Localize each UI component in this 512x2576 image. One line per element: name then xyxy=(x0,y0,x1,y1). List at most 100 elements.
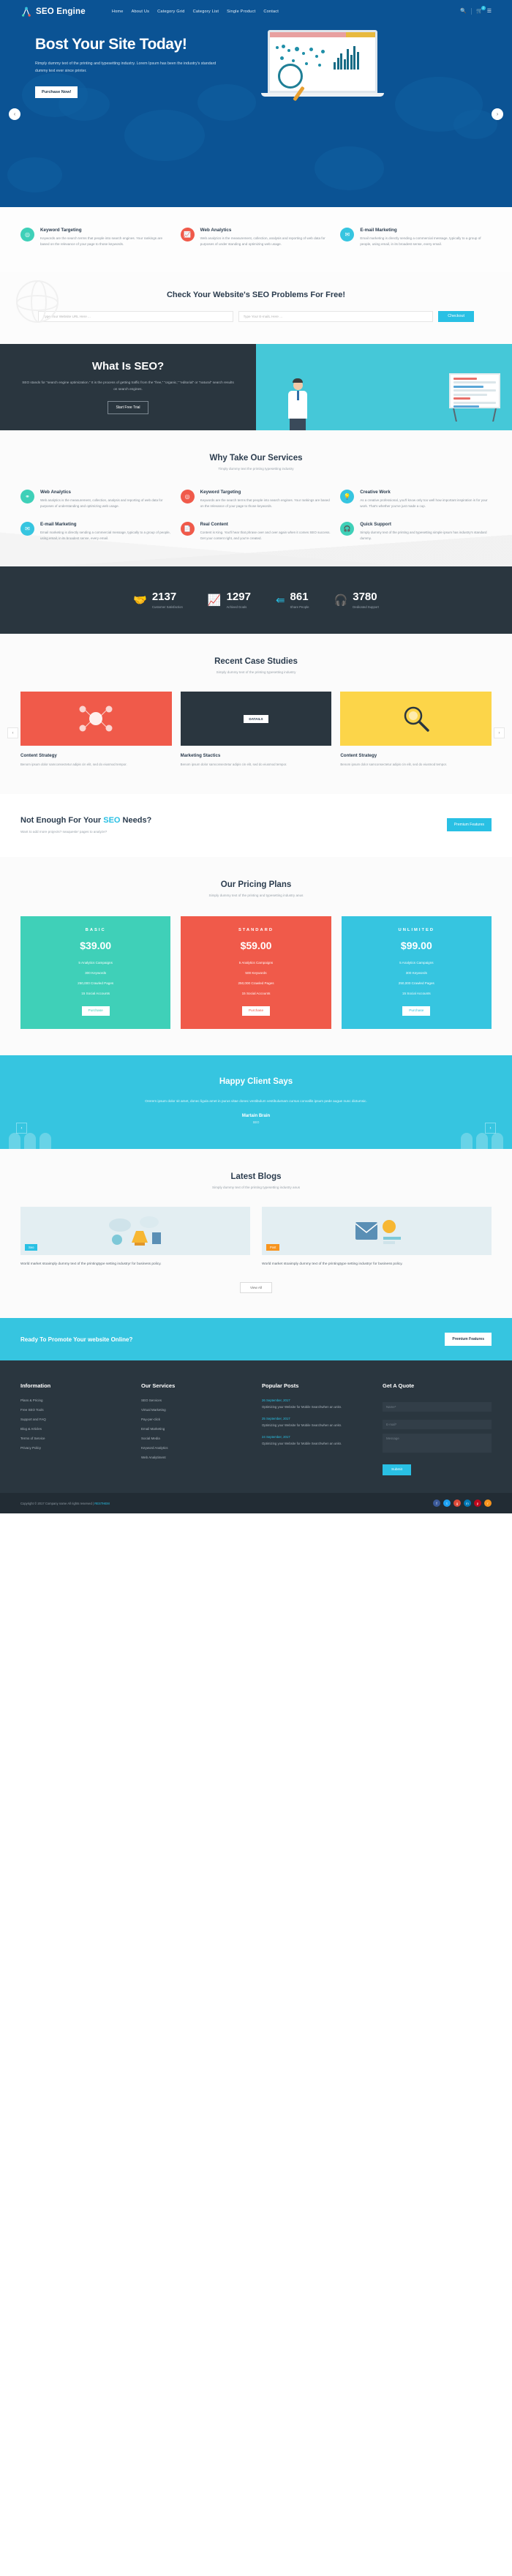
case-study-text: Benom ipsum dolor samconsectetur adipis … xyxy=(340,763,448,767)
brand-logo[interactable]: SEO Engine xyxy=(20,6,86,18)
hero-prev-arrow[interactable]: ‹ xyxy=(9,108,20,120)
feature-text: Email marketing is directly sending a co… xyxy=(360,236,481,247)
footer-heading: Information xyxy=(20,1382,51,1390)
cases-next-arrow[interactable]: › xyxy=(494,727,505,739)
hero-next-arrow[interactable]: › xyxy=(492,108,503,120)
footer-link[interactable]: SEO Services xyxy=(141,1399,250,1402)
view-all-button[interactable]: View All xyxy=(240,1282,272,1294)
blog-card[interactable]: Seo World market stoaimply dummy text of… xyxy=(20,1206,250,1268)
headset-icon: 🎧 xyxy=(340,521,355,536)
footer-link[interactable]: Email Marketing xyxy=(141,1427,250,1431)
blog-image: Post xyxy=(262,1206,492,1255)
upsell-title: Not Enough For Your SEO Needs? xyxy=(20,816,151,825)
google-plus-icon[interactable]: g xyxy=(453,1499,461,1508)
hero-purchase-button[interactable]: Purchase Now! xyxy=(35,86,78,99)
blog-tag[interactable]: Post xyxy=(266,1243,280,1251)
footer-column-services: Our Services SEO Services Virtual Market… xyxy=(141,1382,250,1475)
case-study-title: Content Strategy xyxy=(20,753,57,759)
post-text: Optimizing your Website for Mobile Searc… xyxy=(262,1405,342,1409)
testimonial-role: SEO xyxy=(252,1120,260,1124)
nav-item-home[interactable]: Home xyxy=(112,10,124,14)
linkedin-icon[interactable]: in xyxy=(464,1499,471,1508)
footer-link[interactable]: Plans & Pricing xyxy=(20,1399,129,1402)
case-study-badge[interactable]: DATAILS xyxy=(244,714,268,723)
case-study-card[interactable]: Content Strategy Benom ipsum dolor samco… xyxy=(340,692,492,768)
nav-item-contact[interactable]: Contact xyxy=(263,10,279,14)
feature-strip: ◎ Keyword Targeting Keywords are the sea… xyxy=(0,207,512,272)
check-seo-title: Check Your Website's SEO Problems For Fr… xyxy=(166,290,346,299)
footer-link[interactable]: Support and FAQ xyxy=(20,1418,129,1421)
header-divider xyxy=(471,8,472,15)
cloud-decoration xyxy=(124,110,205,161)
handshake-icon: 🤝 xyxy=(133,594,147,607)
case-studies-title: Recent Case Studies xyxy=(214,657,298,667)
case-study-card[interactable]: Content Strategy Benom ipsum dolor samco… xyxy=(20,692,172,768)
footer-link[interactable]: Social Media xyxy=(141,1437,250,1440)
what-is-seo-illustration xyxy=(256,343,512,430)
case-study-image: DATAILS xyxy=(180,692,332,746)
plan-feature: 250,000 Crawled Pages xyxy=(398,981,434,986)
what-is-seo-section: What Is SEO? SEO stands for “search engi… xyxy=(0,343,512,430)
blog-tag[interactable]: Seo xyxy=(25,1243,38,1251)
plan-purchase-button[interactable]: Purchase xyxy=(241,1006,271,1016)
footer-link[interactable]: Virtual Marketing xyxy=(141,1408,250,1412)
cart-icon[interactable]: 🛒 2 xyxy=(476,6,486,14)
quote-submit-button[interactable]: Submit xyxy=(383,1464,411,1476)
plan-price: $59.00 xyxy=(240,940,272,952)
start-free-trial-button[interactable]: Start Free Trial xyxy=(108,400,148,414)
stat-label: Share People xyxy=(290,605,309,610)
footer-link[interactable]: Free SEO Tools xyxy=(20,1408,129,1412)
search-icon[interactable]: 🔍 xyxy=(460,9,467,14)
cases-prev-arrow[interactable]: ‹ xyxy=(7,727,18,739)
email-input[interactable] xyxy=(238,310,434,322)
popular-post-item[interactable]: 24 September, 2017 Optimizing your Websi… xyxy=(262,1435,371,1447)
feature-card: 📈 Web Analytics Web analytics is the mea… xyxy=(180,228,332,248)
blog-card[interactable]: Post World market stoaimply dummy text o… xyxy=(262,1206,492,1268)
case-study-card[interactable]: DATAILS Marketing Stactics Benom ipsum d… xyxy=(180,692,332,768)
header-actions: 🔍 🛒 2 ☰ xyxy=(460,6,492,15)
feature-text: Web analytics is the measurement, collec… xyxy=(200,236,325,247)
facebook-icon[interactable]: f xyxy=(433,1499,440,1508)
footer-link[interactable]: Pay-per-click xyxy=(141,1418,250,1421)
services-title: Why Take Our Services xyxy=(209,453,303,463)
cta-premium-button[interactable]: Premium Features xyxy=(445,1333,492,1347)
service-text: Simply dummy text of the printing and ty… xyxy=(360,530,487,540)
cloud-decoration xyxy=(453,110,497,139)
plan-feature: 15 Social Accounts xyxy=(241,992,271,996)
popular-post-item[interactable]: 25 September, 2017 Optimizing your Websi… xyxy=(262,1417,371,1429)
plan-price: $39.00 xyxy=(80,940,112,952)
nav-item-about-us[interactable]: About Us xyxy=(132,10,150,14)
footer-link[interactable]: Web Analytiment xyxy=(141,1456,250,1459)
plan-purchase-button[interactable]: Purchase xyxy=(402,1006,431,1016)
plan-purchase-button[interactable]: Purchase xyxy=(81,1006,110,1016)
quote-message-input[interactable] xyxy=(383,1434,492,1453)
quote-email-input[interactable] xyxy=(383,1420,492,1430)
footer-link[interactable]: Terms of Service xyxy=(20,1437,129,1440)
website-url-input[interactable] xyxy=(38,310,233,322)
nav-item-category-grid[interactable]: Category Grid xyxy=(157,10,184,14)
lightbulb-icon: 💡 xyxy=(340,489,355,503)
popular-post-item[interactable]: 26 September, 2017 Optimizing your Websi… xyxy=(262,1399,371,1410)
hamburger-menu-icon[interactable]: ☰ xyxy=(487,9,492,14)
whiteboard-icon xyxy=(449,372,500,422)
case-study-text: Benom ipsum dolor samconsectetur adipis … xyxy=(180,763,287,767)
service-card: 💡 Creative Work As a creative profession… xyxy=(340,489,492,510)
rss-icon[interactable]: r xyxy=(484,1499,492,1508)
footer-link[interactable]: Blog & Articles xyxy=(20,1427,129,1431)
footer-link[interactable]: Privacy Policy xyxy=(20,1446,129,1450)
pricing-title: Our Pricing Plans xyxy=(220,880,292,890)
checkout-button[interactable]: Checkout xyxy=(438,310,474,322)
stat-value: 3780 xyxy=(353,591,377,604)
twitter-icon[interactable]: t xyxy=(443,1499,451,1508)
footer-link[interactable]: Keyword Analytics xyxy=(141,1446,250,1450)
pinterest-icon[interactable]: p xyxy=(474,1499,481,1508)
copyright-brand: RESTHEM xyxy=(94,1501,110,1505)
nav-item-category-list[interactable]: Category List xyxy=(193,10,219,14)
quote-name-input[interactable] xyxy=(383,1402,492,1412)
nav-item-single-product[interactable]: Single Product xyxy=(227,10,255,14)
service-text: Email marketing is directly sending a co… xyxy=(40,530,170,540)
what-is-seo-text: SEO stands for “search engine optimizati… xyxy=(22,381,234,392)
case-study-text: Benom ipsum dolor samconsectetur adipis … xyxy=(20,763,127,767)
post-text: Optimizing your Website for Mobile Searc… xyxy=(262,1441,342,1445)
premium-features-button[interactable]: Premium Features xyxy=(446,818,492,832)
